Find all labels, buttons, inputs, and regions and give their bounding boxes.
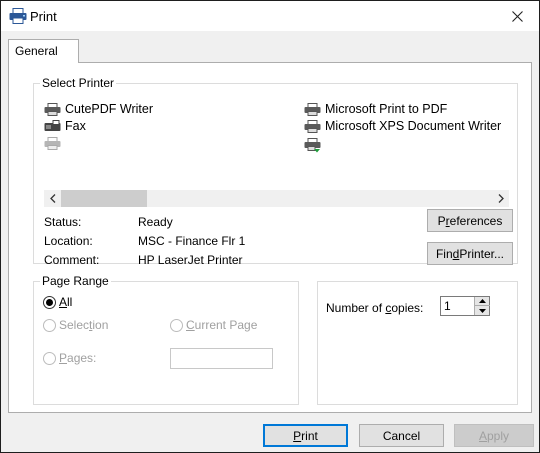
- printer-item-fax[interactable]: Fax: [44, 118, 86, 134]
- page-range-group: Page Range All Selection Current Page Pa…: [33, 274, 299, 405]
- select-printer-group: Select Printer CutePDF Writer Fax Micros…: [33, 76, 518, 267]
- apply-button[interactable]: Apply: [454, 424, 534, 447]
- pages-input[interactable]: [170, 348, 273, 369]
- copies-decrement-button[interactable]: [475, 306, 490, 315]
- tab-general[interactable]: General: [8, 39, 79, 63]
- copies-input[interactable]: [444, 299, 472, 313]
- comment-value: HP LaserJet Printer: [138, 253, 243, 267]
- close-icon: [511, 10, 523, 22]
- add-printer-item[interactable]: [304, 137, 325, 153]
- copies-group: Number of copies:: [317, 281, 518, 405]
- chevron-right-icon: [498, 194, 504, 203]
- chevron-left-icon: [49, 194, 55, 203]
- copies-spin-buttons: [474, 297, 490, 315]
- close-button[interactable]: [495, 1, 539, 31]
- printer-item-cutepdf[interactable]: CutePDF Writer: [44, 101, 153, 117]
- print-button[interactable]: Print: [263, 424, 348, 447]
- window-title: Print: [30, 9, 57, 24]
- printer-icon: [44, 136, 61, 150]
- location-label: Location:: [44, 234, 93, 248]
- printer-icon: [44, 102, 61, 116]
- copies-increment-button[interactable]: [475, 297, 490, 306]
- scroll-left-button[interactable]: [44, 190, 61, 207]
- scroll-right-button[interactable]: [492, 190, 509, 207]
- status-label: Status:: [44, 215, 82, 229]
- radio-selection-indicator[interactable]: [43, 318, 56, 332]
- radio-pages-indicator[interactable]: [43, 351, 56, 365]
- arrow-up-icon: [479, 299, 486, 303]
- printer-item-microsoft-print-to-pdf[interactable]: Microsoft Print to PDF: [304, 101, 447, 117]
- radio-current-page-indicator[interactable]: [170, 318, 183, 332]
- printer-list[interactable]: CutePDF Writer Fax Microsoft Print to PD…: [44, 97, 512, 177]
- radio-all-indicator[interactable]: [43, 295, 56, 309]
- radio-selection[interactable]: Selection: [43, 318, 108, 332]
- copies-label: Number of copies:: [326, 301, 424, 315]
- printer-item-unnamed[interactable]: [44, 135, 65, 151]
- location-value: MSC - Finance Flr 1: [138, 234, 246, 248]
- radio-all[interactable]: All: [43, 295, 72, 309]
- status-value: Ready: [138, 215, 173, 229]
- arrow-down-icon: [479, 308, 486, 313]
- radio-current-page[interactable]: Current Page: [170, 318, 257, 332]
- printer-icon: [9, 8, 27, 24]
- print-dialog: Print General Select Printer CutePDF Wri…: [0, 0, 540, 453]
- comment-label: Comment:: [44, 253, 100, 267]
- radio-pages[interactable]: Pages:: [43, 351, 96, 365]
- page-range-legend: Page Range: [40, 274, 111, 288]
- copies-stepper[interactable]: [440, 296, 490, 316]
- add-printer-icon: [304, 137, 321, 152]
- select-printer-legend: Select Printer: [40, 76, 117, 90]
- cancel-button[interactable]: Cancel: [359, 424, 444, 447]
- general-panel: Select Printer CutePDF Writer Fax Micros…: [8, 62, 532, 413]
- fax-icon: [44, 119, 61, 131]
- printer-icon: [304, 102, 321, 116]
- printer-item-microsoft-xps[interactable]: Microsoft XPS Document Writer: [304, 118, 501, 134]
- title-bar: Print: [1, 1, 539, 31]
- preferences-button[interactable]: Pr eferences: [427, 209, 513, 232]
- printer-list-scrollbar[interactable]: [44, 190, 509, 207]
- find-printer-button[interactable]: Fin d Printer...: [427, 242, 513, 265]
- printer-icon: [304, 119, 321, 133]
- scroll-thumb[interactable]: [61, 190, 147, 207]
